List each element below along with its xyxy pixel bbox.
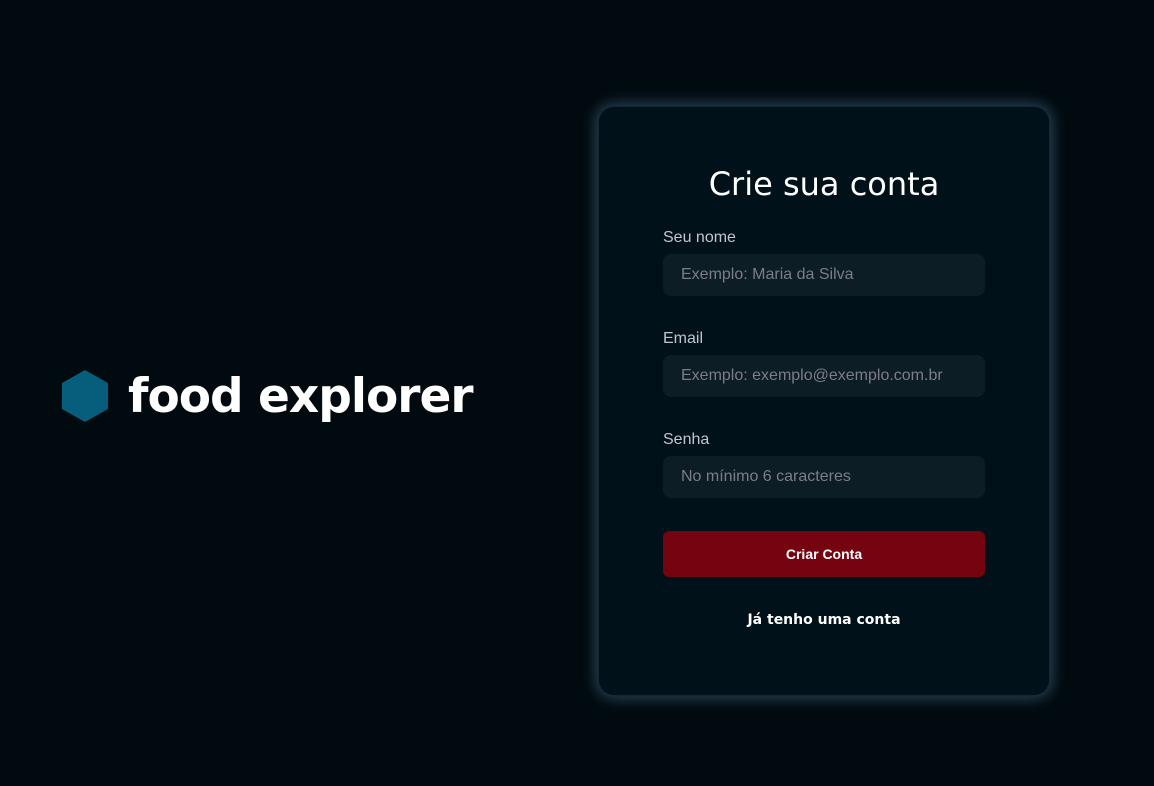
email-label: Email	[663, 330, 704, 347]
hexagon-logo-icon	[62, 370, 108, 422]
brand-name: food explorer	[128, 368, 474, 424]
name-input[interactable]	[663, 254, 985, 296]
form-title: Crie sua conta	[708, 165, 940, 203]
email-input[interactable]	[663, 355, 985, 397]
password-label: Senha	[663, 431, 710, 448]
create-account-button[interactable]: Criar Conta	[663, 531, 985, 577]
name-label: Seu nome	[663, 229, 736, 246]
brand-logo: food explorer	[62, 368, 474, 424]
login-link[interactable]: Já tenho uma conta	[599, 612, 1049, 628]
signup-form: Crie sua conta Seu nome Email Senha Cria…	[598, 106, 1050, 696]
password-input[interactable]	[663, 456, 985, 498]
